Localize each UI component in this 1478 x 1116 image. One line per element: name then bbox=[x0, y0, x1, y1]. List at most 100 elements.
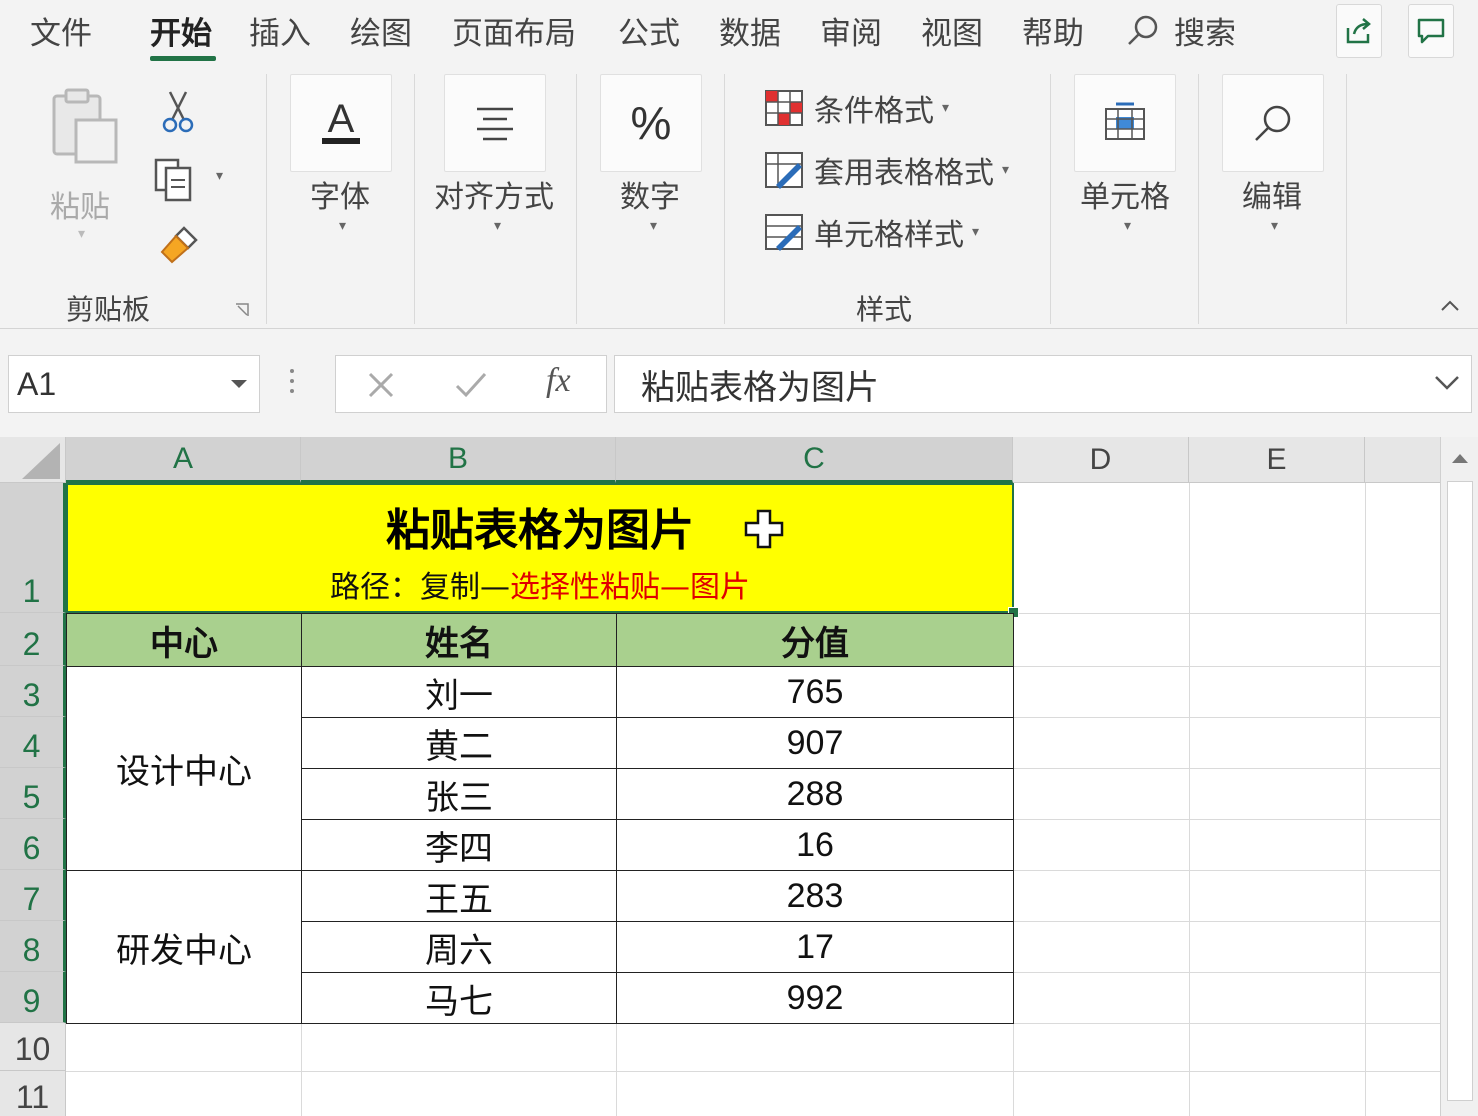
row-header-10[interactable]: 10 bbox=[0, 1023, 66, 1071]
path-highlight: 选择性粘贴—图片 bbox=[510, 570, 750, 605]
select-all-button[interactable] bbox=[0, 437, 66, 483]
cell-styles-icon bbox=[765, 214, 803, 251]
cells-dropdown-caret[interactable]: ▾ bbox=[1124, 218, 1131, 234]
name-cell[interactable]: 马七 bbox=[301, 972, 617, 1024]
tab-insert[interactable]: 插入 bbox=[249, 8, 311, 53]
dialog-launcher-icon[interactable] bbox=[234, 302, 250, 318]
font-icon: A bbox=[322, 97, 360, 144]
ribbon-tab-bar: 文件 开始 插入 绘图 页面布局 公式 数据 审阅 视图 帮助 搜索 bbox=[0, 0, 1478, 66]
tab-view[interactable]: 视图 bbox=[921, 8, 983, 53]
conditional-format-label: 条件格式 bbox=[814, 94, 934, 129]
column-header-b[interactable]: B bbox=[301, 437, 616, 483]
comments-button[interactable] bbox=[1408, 4, 1454, 58]
tab-formulas[interactable]: 公式 bbox=[618, 8, 680, 53]
score-cell[interactable]: 907 bbox=[616, 717, 1014, 769]
row-header-11[interactable]: 11 bbox=[0, 1071, 66, 1116]
copy-icon bbox=[154, 158, 192, 202]
paste-dropdown-caret[interactable]: ▾ bbox=[78, 226, 85, 242]
tab-data[interactable]: 数据 bbox=[719, 8, 781, 53]
conditional-format-button[interactable]: 条件格式 ▾ bbox=[764, 86, 949, 130]
check-icon[interactable] bbox=[454, 370, 488, 400]
expand-formula-icon[interactable] bbox=[1433, 372, 1461, 394]
score-cell[interactable]: 16 bbox=[616, 819, 1014, 871]
center-cell[interactable]: 研发中心 bbox=[66, 870, 302, 1024]
copy-button[interactable]: ▾ bbox=[154, 158, 223, 206]
paste-icon bbox=[52, 88, 118, 164]
group-divider bbox=[414, 74, 415, 324]
row-header-9[interactable]: 9 bbox=[0, 972, 66, 1023]
header-center[interactable]: 中心 bbox=[66, 613, 302, 667]
column-header-c[interactable]: C bbox=[616, 437, 1013, 483]
tab-file[interactable]: 文件 bbox=[30, 8, 92, 53]
row-header-2[interactable]: 2 bbox=[0, 613, 66, 666]
column-header-f[interactable] bbox=[1365, 437, 1440, 483]
search-box[interactable]: 搜索 bbox=[1124, 8, 1236, 53]
share-button[interactable] bbox=[1336, 4, 1382, 58]
row-header-8[interactable]: 8 bbox=[0, 921, 66, 972]
header-score[interactable]: 分值 bbox=[616, 613, 1014, 667]
cells-button[interactable] bbox=[1074, 74, 1176, 172]
number-label: 数字 bbox=[620, 180, 680, 215]
column-header-d[interactable]: D bbox=[1013, 437, 1189, 483]
insert-function-icon[interactable]: fx bbox=[546, 362, 571, 400]
scroll-up-icon[interactable] bbox=[1450, 451, 1470, 465]
tab-help[interactable]: 帮助 bbox=[1022, 8, 1084, 53]
tab-draw[interactable]: 绘图 bbox=[350, 8, 412, 53]
number-dropdown-caret[interactable]: ▾ bbox=[650, 218, 657, 234]
paste-label: 粘贴 bbox=[50, 190, 110, 225]
editing-button[interactable] bbox=[1222, 74, 1324, 172]
font-dropdown-caret[interactable]: ▾ bbox=[339, 218, 346, 234]
editing-label: 编辑 bbox=[1242, 180, 1302, 215]
table-format-button[interactable]: 套用表格格式 ▾ bbox=[764, 148, 1009, 192]
score-cell[interactable]: 283 bbox=[616, 870, 1014, 922]
row-header-7[interactable]: 7 bbox=[0, 870, 66, 921]
name-box[interactable]: A1 bbox=[8, 355, 260, 413]
row-header-5[interactable]: 5 bbox=[0, 768, 66, 819]
formula-input[interactable]: 粘贴表格为图片 bbox=[614, 355, 1472, 413]
score-cell[interactable]: 992 bbox=[616, 972, 1014, 1024]
title-cell[interactable]: 粘贴表格为图片 路径：复制—选择性粘贴—图片 bbox=[66, 483, 1014, 613]
tab-page-layout[interactable]: 页面布局 bbox=[452, 8, 576, 53]
name-cell[interactable]: 张三 bbox=[301, 768, 617, 820]
format-painter-button[interactable] bbox=[158, 224, 200, 270]
name-cell[interactable]: 王五 bbox=[301, 870, 617, 922]
alignment-dropdown-caret[interactable]: ▾ bbox=[494, 218, 501, 234]
gridline bbox=[1013, 613, 1440, 614]
cell-styles-button[interactable]: 单元格样式 ▾ bbox=[764, 210, 979, 254]
row-header-1[interactable]: 1 bbox=[0, 483, 66, 613]
font-button[interactable]: A bbox=[290, 74, 392, 172]
score-cell[interactable]: 17 bbox=[616, 921, 1014, 973]
row-header-4[interactable]: 4 bbox=[0, 717, 66, 768]
paste-button[interactable]: 粘贴 ▾ bbox=[40, 86, 130, 246]
column-header-a[interactable]: A bbox=[66, 437, 301, 483]
gridline bbox=[1365, 483, 1366, 1116]
editing-dropdown-caret[interactable]: ▾ bbox=[1271, 218, 1278, 234]
score-cell[interactable]: 288 bbox=[616, 768, 1014, 820]
name-cell[interactable]: 黄二 bbox=[301, 717, 617, 769]
column-header-e[interactable]: E bbox=[1189, 437, 1365, 483]
copy-dropdown-caret[interactable]: ▾ bbox=[216, 168, 223, 184]
name-cell[interactable]: 李四 bbox=[301, 819, 617, 871]
header-name[interactable]: 姓名 bbox=[301, 613, 617, 667]
collapse-ribbon-icon[interactable] bbox=[1438, 298, 1462, 314]
row-header-6[interactable]: 6 bbox=[0, 819, 66, 870]
cut-button[interactable] bbox=[160, 90, 196, 138]
table-format-label: 套用表格格式 bbox=[814, 156, 994, 191]
tab-review[interactable]: 审阅 bbox=[820, 8, 882, 53]
vertical-scrollbar[interactable] bbox=[1440, 437, 1478, 1116]
alignment-button[interactable] bbox=[444, 74, 546, 172]
name-cell[interactable]: 周六 bbox=[301, 921, 617, 973]
gridline bbox=[1013, 819, 1440, 820]
cancel-icon[interactable] bbox=[366, 370, 396, 400]
scrollbar-thumb[interactable] bbox=[1447, 481, 1473, 1101]
tab-home[interactable]: 开始 bbox=[150, 8, 212, 53]
chevron-down-icon[interactable] bbox=[229, 378, 249, 390]
resize-handle[interactable] bbox=[290, 369, 296, 399]
name-cell[interactable]: 刘一 bbox=[301, 666, 617, 718]
number-button[interactable]: % bbox=[600, 74, 702, 172]
row-header-3[interactable]: 3 bbox=[0, 666, 66, 717]
score-cell[interactable]: 765 bbox=[616, 666, 1014, 718]
center-cell[interactable]: 设计中心 bbox=[66, 666, 302, 871]
gridline bbox=[1013, 1023, 1014, 1116]
worksheet-grid[interactable]: A B C D E 1 2 3 4 5 6 7 8 9 10 11 粘贴表格为图… bbox=[0, 437, 1440, 1116]
